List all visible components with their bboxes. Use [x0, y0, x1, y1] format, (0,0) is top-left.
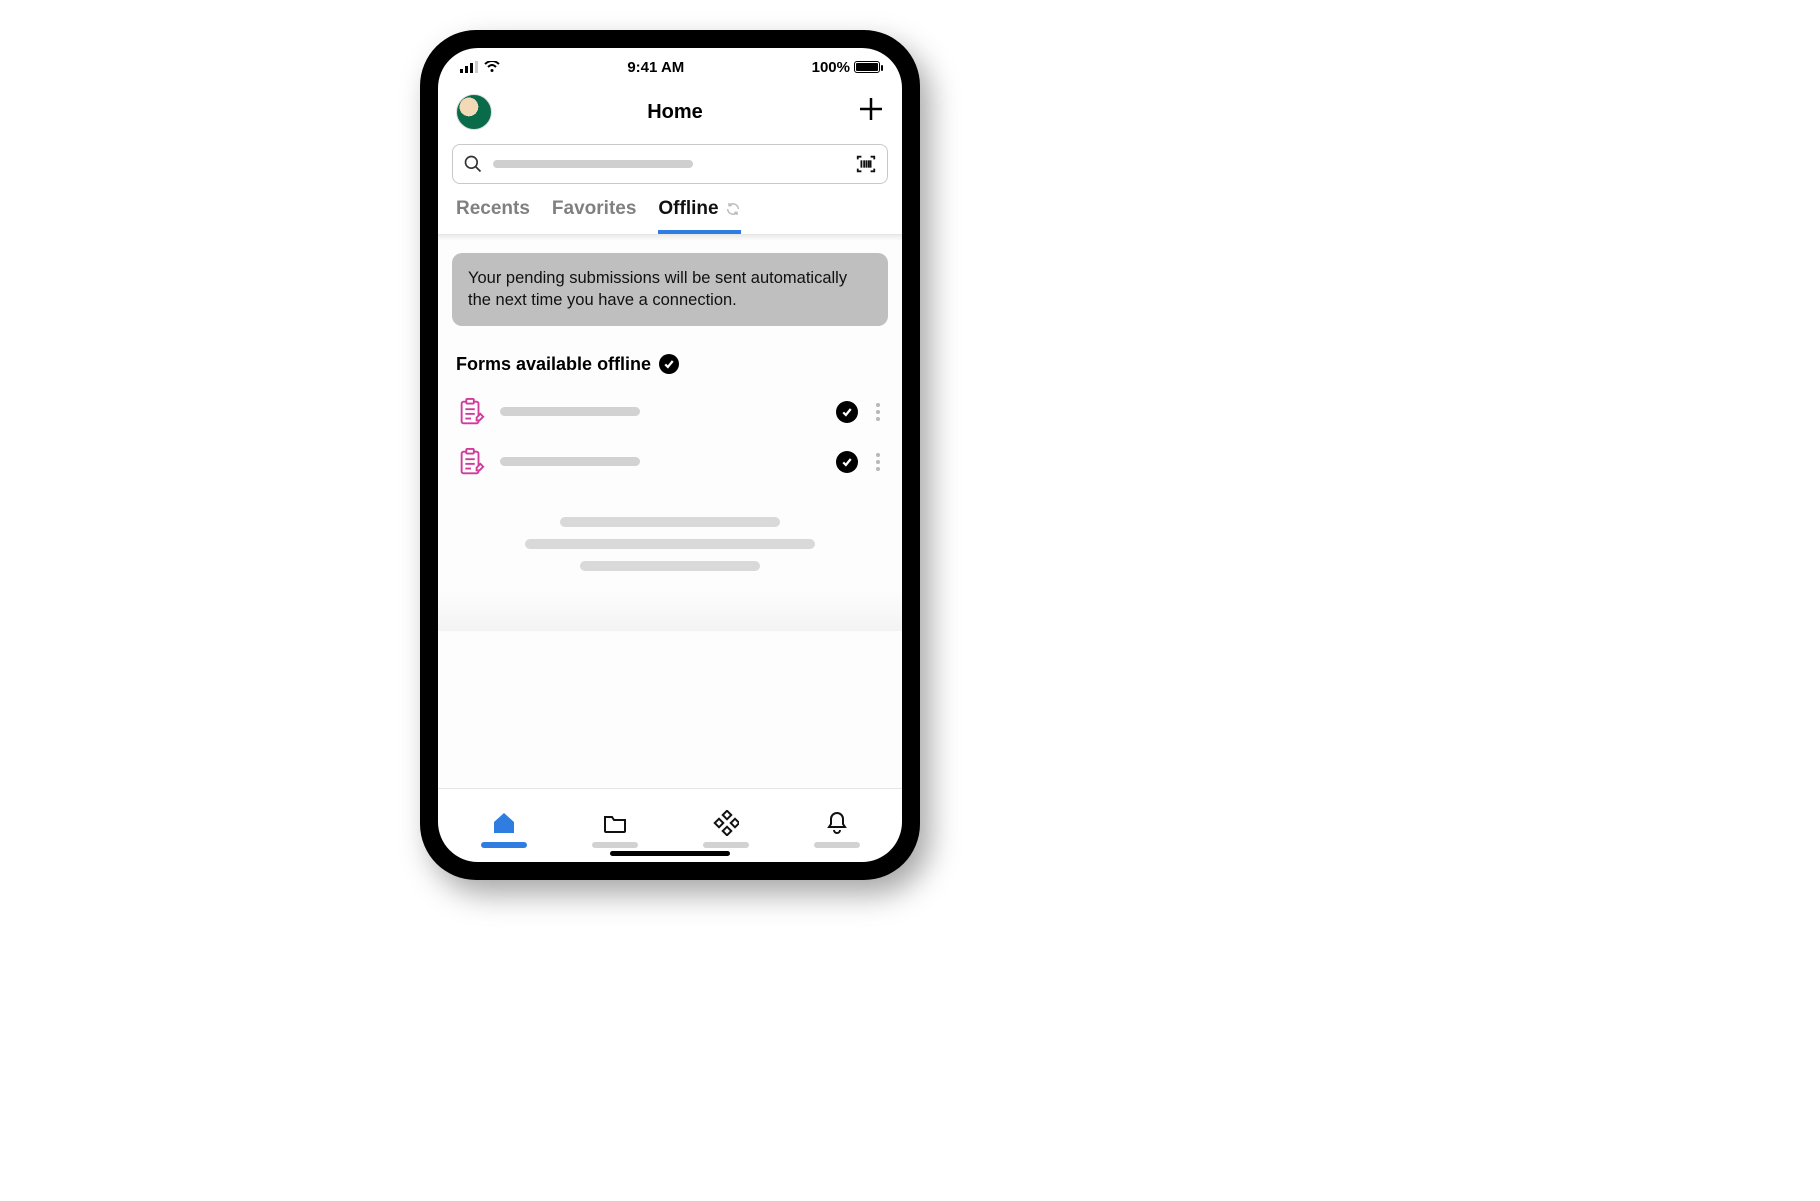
home-indicator: [610, 851, 730, 856]
phone-screen: 9:41 AM 100% Home: [438, 48, 902, 862]
offline-toggle-button[interactable]: [836, 451, 858, 473]
nav-apps[interactable]: [691, 810, 761, 848]
home-icon: [491, 810, 517, 836]
status-bar: 9:41 AM 100%: [438, 48, 902, 86]
nav-label-skeleton: [814, 842, 860, 848]
wifi-icon: [484, 61, 500, 73]
nav-label-skeleton: [703, 842, 749, 848]
avatar[interactable]: [456, 94, 492, 130]
form-icon: [456, 447, 486, 477]
search-placeholder-skeleton: [493, 160, 693, 168]
nav-files[interactable]: [580, 810, 650, 848]
status-time: 9:41 AM: [627, 59, 684, 76]
offline-info-banner: Your pending submissions will be sent au…: [452, 253, 888, 326]
tab-recents[interactable]: Recents: [456, 198, 530, 234]
tab-offline-label: Offline: [658, 198, 718, 220]
form-name-skeleton: [500, 457, 640, 466]
bell-icon: [824, 810, 850, 836]
battery-icon: [854, 61, 880, 73]
nav-label-skeleton: [592, 842, 638, 848]
more-menu-button[interactable]: [872, 449, 884, 475]
section-title: Forms available offline: [456, 354, 651, 375]
app-header: Home: [438, 86, 902, 138]
check-badge-icon: [659, 354, 679, 374]
form-name-skeleton: [500, 407, 640, 416]
battery-percent: 100%: [812, 59, 850, 76]
tab-offline[interactable]: Offline: [658, 198, 740, 234]
form-icon: [456, 397, 486, 427]
plus-icon: [858, 96, 884, 122]
content-area: Your pending submissions will be sent au…: [438, 235, 902, 788]
nav-notifications[interactable]: [802, 810, 872, 848]
cellular-signal-icon: [460, 61, 478, 73]
apps-icon: [713, 810, 739, 836]
nav-label-skeleton: [481, 842, 527, 848]
loading-skeleton: [438, 487, 902, 581]
search-icon: [463, 154, 483, 174]
nav-home[interactable]: [469, 810, 539, 848]
tab-favorites[interactable]: Favorites: [552, 198, 636, 234]
sync-icon: [725, 201, 741, 217]
offline-toggle-button[interactable]: [836, 401, 858, 423]
add-button[interactable]: [858, 96, 884, 128]
bottom-nav: [438, 788, 902, 862]
tabs: Recents Favorites Offline: [438, 194, 902, 235]
list-item[interactable]: [438, 387, 902, 437]
list-item[interactable]: [438, 437, 902, 487]
section-header: Forms available offline: [438, 344, 902, 387]
folder-icon: [602, 810, 628, 836]
search-row: [438, 138, 902, 194]
search-input[interactable]: [452, 144, 888, 184]
barcode-scan-icon[interactable]: [855, 153, 877, 175]
page-title: Home: [647, 101, 703, 124]
more-menu-button[interactable]: [872, 399, 884, 425]
phone-frame: 9:41 AM 100% Home: [420, 30, 920, 880]
